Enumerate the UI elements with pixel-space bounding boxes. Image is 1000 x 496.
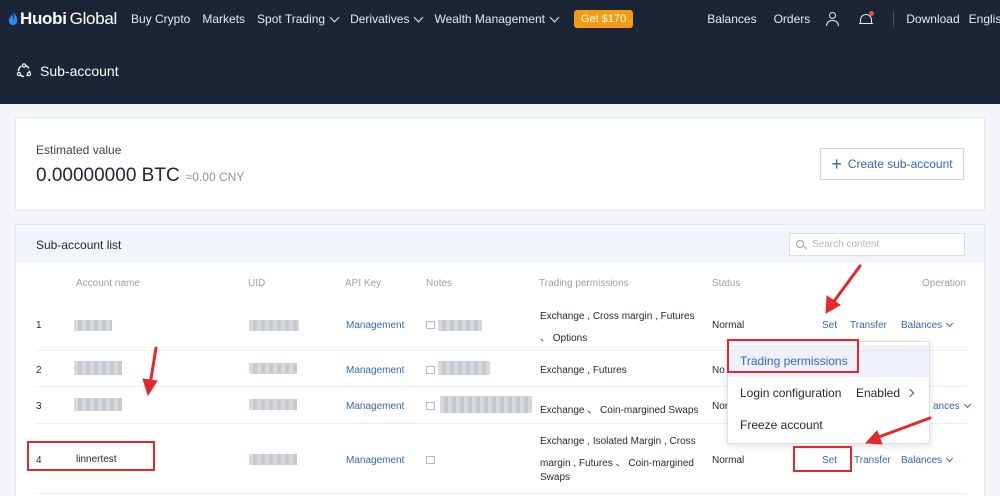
arrow-to-set-bottom — [874, 416, 932, 440]
arrow-head — [825, 295, 841, 314]
annotation-arrows — [142, 264, 932, 445]
arrow-to-set-top — [830, 264, 862, 306]
arrow-to-account — [148, 346, 158, 387]
arrow-head — [864, 430, 883, 445]
arrow-head — [142, 378, 158, 397]
